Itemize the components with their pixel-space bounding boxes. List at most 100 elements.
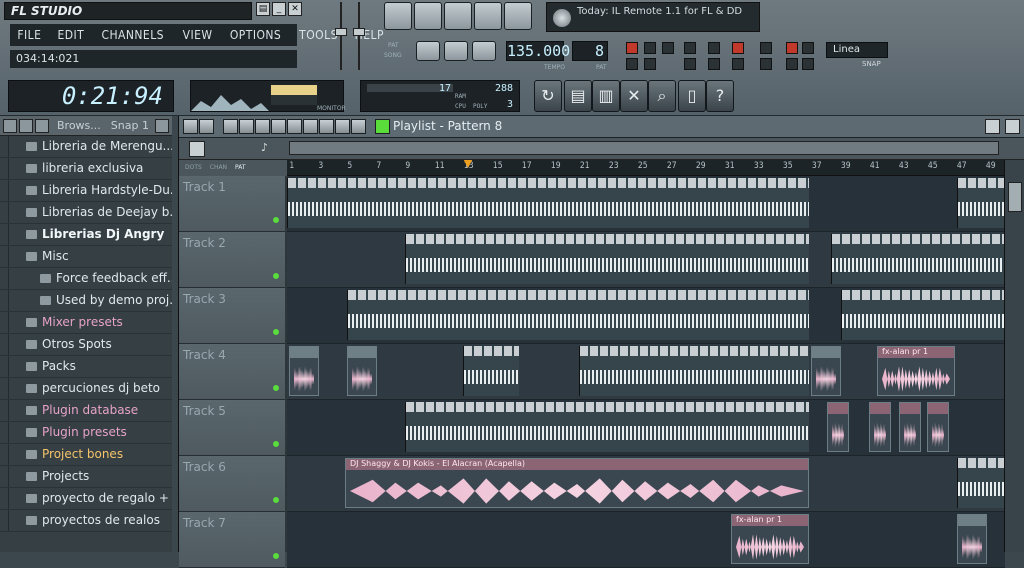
pattern-display[interactable]: 8	[572, 41, 608, 61]
track-mute-led[interactable]	[273, 273, 279, 279]
record-button[interactable]	[472, 41, 496, 61]
play-pattern-icon[interactable]	[375, 119, 390, 134]
pattern-block[interactable]	[957, 458, 1005, 508]
browser-item[interactable]: Otros Spots	[0, 334, 172, 356]
toggle-icon[interactable]	[732, 58, 744, 70]
menu-icon[interactable]	[183, 119, 198, 134]
undo-button[interactable]: ↻	[534, 80, 562, 112]
snap-select[interactable]: Linea	[826, 42, 888, 58]
piano-roll-button[interactable]	[444, 2, 472, 30]
browser-snap[interactable]: Snap 1	[111, 119, 149, 132]
vertical-scrollbar[interactable]	[1004, 160, 1024, 552]
track-header[interactable]: Track 7	[179, 512, 285, 568]
pattern-block[interactable]	[347, 290, 809, 340]
toggle-icon[interactable]	[760, 58, 772, 70]
audio-clip[interactable]: fx-alan pr 1	[877, 346, 955, 396]
audio-clip[interactable]	[899, 402, 921, 452]
search-button[interactable]: ⌕	[648, 80, 676, 112]
playback-icon[interactable]	[351, 119, 366, 134]
track-mute-led[interactable]	[273, 497, 279, 503]
step-sequencer-button[interactable]	[414, 2, 442, 30]
audio-clip[interactable]: DJ Shaggy & DJ Kokis - El Alacran (Acape…	[345, 458, 809, 508]
browser-item[interactable]: Mixer presets	[0, 312, 172, 334]
toggle-icon[interactable]	[708, 58, 720, 70]
slip-icon[interactable]	[287, 119, 302, 134]
browser-item[interactable]: Projects	[0, 466, 172, 488]
track-lane[interactable]	[287, 176, 1005, 232]
menu-options[interactable]: OPTIONS	[230, 28, 281, 42]
toggle-icon[interactable]	[644, 58, 656, 70]
maximize-icon[interactable]	[985, 119, 1000, 134]
track-lane[interactable]	[287, 232, 1005, 288]
pattern-block[interactable]	[831, 234, 1005, 284]
playlist-view-button[interactable]	[384, 2, 412, 30]
select-icon[interactable]	[319, 119, 334, 134]
magnet-icon[interactable]	[199, 119, 214, 134]
pattern-block[interactable]	[841, 290, 1005, 340]
toggle-icon[interactable]	[626, 42, 638, 54]
zoom-icon[interactable]	[335, 119, 350, 134]
tab-dots[interactable]: DOTS	[185, 164, 202, 171]
timeline-ruler[interactable]: 1357911131517192123252729313335373941434…	[287, 160, 1005, 176]
browser-item[interactable]: Librerias Dj Angry	[0, 224, 172, 246]
audio-clip[interactable]: fx-alan pr 1	[731, 514, 809, 564]
track-lane[interactable]	[287, 400, 1005, 456]
browser-item[interactable]: Misc	[0, 246, 172, 268]
browser-item[interactable]: proyecto de regalo + ...	[0, 488, 172, 510]
playlist-title[interactable]: Playlist - Pattern 8	[393, 119, 502, 133]
brush-icon[interactable]	[239, 119, 254, 134]
info-button[interactable]: ▯	[678, 80, 706, 112]
track-mute-led[interactable]	[273, 329, 279, 335]
browser-item[interactable]: Force feedback eff...	[0, 268, 172, 290]
toggle-icon[interactable]	[802, 58, 814, 70]
audio-clip[interactable]	[811, 346, 841, 396]
pattern-block[interactable]	[579, 346, 809, 396]
stop-button[interactable]	[444, 41, 468, 61]
horizontal-scrollbar[interactable]	[289, 141, 999, 155]
audio-clip[interactable]	[289, 346, 319, 396]
track-lane[interactable]: DJ Shaggy & DJ Kokis - El Alacran (Acape…	[287, 456, 1005, 512]
news-panel[interactable]: Today: IL Remote 1.1 for FL & DD	[546, 2, 760, 32]
browser-item[interactable]: Plugin presets	[0, 422, 172, 444]
toggle-icon[interactable]	[644, 42, 656, 54]
tempo-display[interactable]: 135.000	[506, 41, 570, 61]
menu-edit[interactable]: EDIT	[57, 28, 84, 42]
scroll-thumb[interactable]	[1008, 182, 1022, 212]
link-icon[interactable]	[223, 141, 245, 157]
track-mute-led[interactable]	[273, 385, 279, 391]
export-button[interactable]: ▥	[592, 80, 620, 112]
toggle-icon[interactable]	[786, 58, 798, 70]
help-button[interactable]: ?	[706, 80, 734, 112]
browser-item[interactable]: Libreria Hardstyle-Du...	[0, 180, 172, 202]
delete-icon[interactable]	[255, 119, 270, 134]
master-volume-handle[interactable]	[335, 28, 347, 36]
browser-item[interactable]: Packs	[0, 356, 172, 378]
tab-chan[interactable]: CHAN	[210, 164, 227, 171]
song-time-display[interactable]: 0:21:94	[8, 80, 174, 112]
toggle-icon[interactable]	[802, 42, 814, 54]
toggle-icon[interactable]	[732, 42, 744, 54]
browser-item[interactable]: Used by demo proj...	[0, 290, 172, 312]
browser-menu-icon[interactable]	[3, 118, 17, 133]
audio-clip[interactable]	[957, 514, 987, 564]
close-icon[interactable]: ✕	[288, 2, 302, 16]
browser-item[interactable]: proyectos de realos	[0, 510, 172, 532]
minimize-icon[interactable]: _	[272, 2, 286, 16]
audio-clip[interactable]	[347, 346, 377, 396]
track-header[interactable]: Track 5	[179, 400, 285, 456]
track-lane[interactable]: fx-alan pr 1	[287, 512, 1005, 568]
track-mute-led[interactable]	[273, 217, 279, 223]
master-pitch-handle[interactable]	[353, 28, 365, 36]
browser-back-icon[interactable]	[35, 118, 49, 133]
pattern-block[interactable]	[957, 178, 1005, 228]
browser-item[interactable]: Project bones	[0, 444, 172, 466]
browser-button[interactable]	[474, 2, 502, 30]
close-icon[interactable]	[154, 118, 169, 133]
audio-clip[interactable]	[827, 402, 849, 452]
mixer-button[interactable]	[504, 2, 532, 30]
close-icon[interactable]	[1005, 119, 1020, 134]
track-header[interactable]: Track 4	[179, 344, 285, 400]
music-note-icon[interactable]: ♪	[261, 141, 273, 157]
toggle-icon[interactable]	[662, 42, 674, 54]
track-mute-led[interactable]	[273, 441, 279, 447]
